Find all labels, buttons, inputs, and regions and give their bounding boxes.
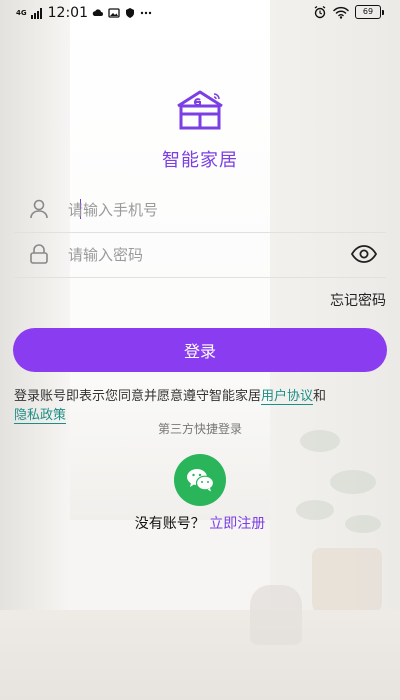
password-input[interactable]: [66, 239, 340, 271]
phone-field: [14, 188, 386, 233]
status-bar: 4G 12:01 69: [0, 0, 400, 26]
more-icon: [140, 11, 152, 15]
signal-icon: [30, 7, 42, 19]
smart-home-logo-icon: [177, 90, 223, 130]
app-title: 智能家居: [162, 150, 238, 171]
lock-icon: [30, 244, 48, 264]
eye-icon[interactable]: [350, 243, 378, 265]
third-party-login-label: 第三方快捷登录: [157, 422, 242, 436]
register-prompt: 没有账号？: [134, 516, 205, 532]
status-time: 12:01: [47, 5, 88, 21]
cloud-icon: [92, 9, 103, 16]
agreement-and: 和: [313, 389, 327, 404]
shield-icon: [125, 8, 134, 18]
wifi-icon: [333, 6, 349, 19]
login-button[interactable]: 登录: [13, 328, 387, 372]
network-type: 4G: [16, 8, 27, 17]
alarm-icon: [314, 5, 326, 19]
battery-level: 69: [355, 5, 381, 19]
agreement-statement: 登录账号即表示您同意并愿意遵守智能家居: [14, 389, 262, 404]
password-field: [14, 233, 386, 278]
user-agreement-link[interactable]: 用户协议: [261, 389, 314, 405]
wechat-login-button[interactable]: [174, 454, 226, 506]
wechat-icon: [187, 469, 214, 492]
register-link[interactable]: 立即注册: [209, 516, 265, 532]
forgot-password-link[interactable]: 忘记密码: [330, 290, 386, 310]
register-line: 没有账号？ 立即注册: [0, 513, 400, 533]
phone-input[interactable]: [66, 194, 340, 226]
battery-indicator: 69: [355, 5, 384, 19]
user-icon: [30, 199, 48, 219]
image-icon: [108, 8, 120, 18]
